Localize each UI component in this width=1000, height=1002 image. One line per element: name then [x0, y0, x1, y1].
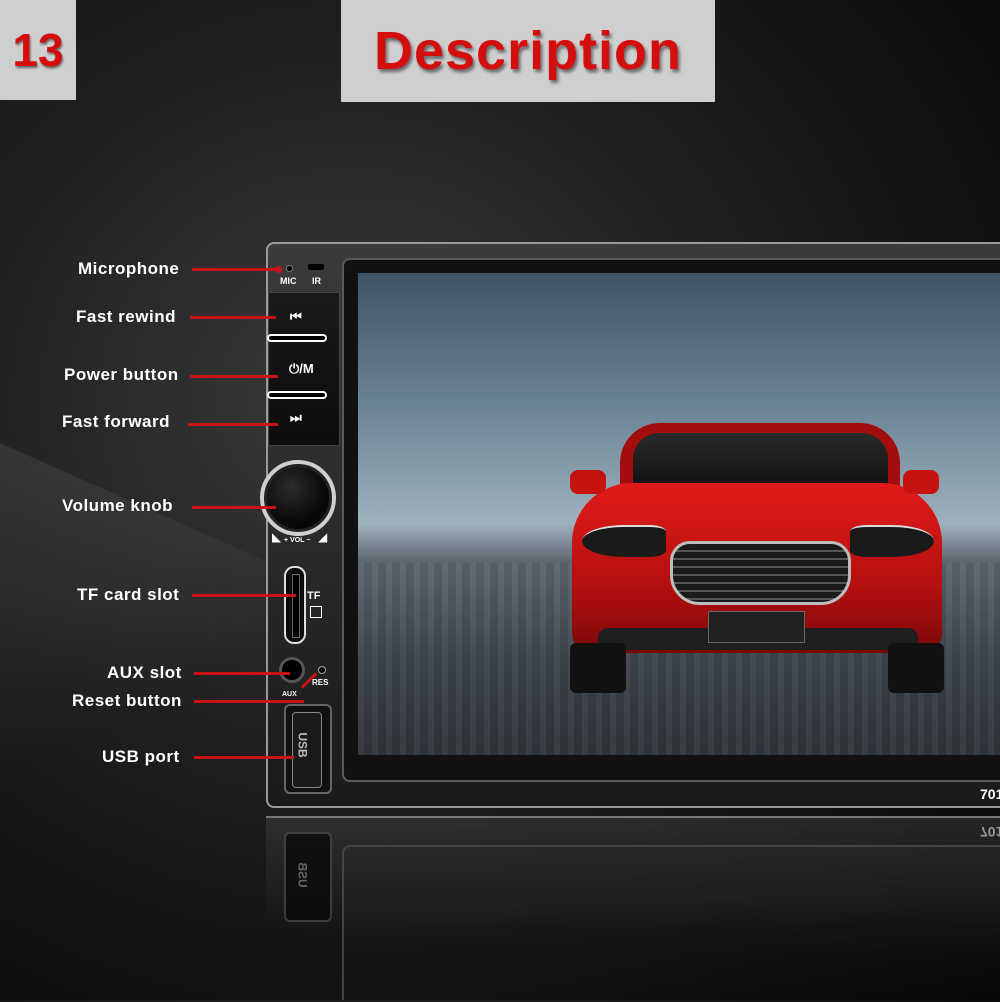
usb-marking-reflection: USB — [295, 862, 310, 888]
label-power-button: Power button — [64, 365, 179, 384]
label-usb-port: USB port — [102, 747, 180, 766]
screen-reflection — [342, 845, 1000, 1000]
leader-line-volume-knob — [192, 506, 276, 509]
page-number: 13 — [12, 24, 64, 76]
label-fast-forward: Fast forward — [62, 412, 171, 431]
microphone-hole — [286, 265, 293, 272]
car-headlight-left — [582, 525, 666, 557]
button-divider — [267, 334, 327, 342]
usb-marking: USB — [295, 732, 310, 758]
label-reset-button: Reset button — [72, 691, 182, 710]
leader-line-tf-card-slot — [192, 594, 296, 597]
leader-line-aux-slot — [194, 672, 290, 675]
aux-marking: AUX — [282, 691, 297, 698]
arrow-right-icon: ◢ — [318, 530, 328, 544]
forward-icon: ⏭ — [290, 410, 302, 425]
car-mirror-left — [570, 470, 606, 494]
arrow-left-icon: ◣ — [272, 530, 282, 544]
car-headlight-right — [850, 525, 934, 557]
leader-line-fast-forward — [188, 423, 278, 426]
power-icon: ⏻/M — [289, 361, 314, 376]
tf-card-opening — [292, 574, 300, 638]
res-marking: RES — [312, 678, 329, 687]
label-volume-knob: Volume knob — [62, 496, 173, 515]
touch-screen — [358, 273, 1000, 755]
power-button[interactable]: ⏻/M — [289, 361, 314, 377]
leader-line-power-button — [190, 375, 278, 378]
rewind-icon: ⏮ — [290, 309, 302, 324]
ir-sensor — [308, 264, 324, 270]
title-banner: Description — [341, 0, 715, 102]
car-mirror-right — [903, 470, 939, 494]
button-divider — [267, 391, 327, 399]
leader-line-usb-port — [194, 756, 294, 759]
reset-hole[interactable] — [318, 666, 326, 674]
aux-jack[interactable] — [279, 657, 305, 683]
page-title: Description — [373, 21, 683, 81]
label-fast-rewind: Fast rewind — [76, 307, 176, 326]
leader-line-microphone — [192, 268, 278, 271]
car-wheel-left — [570, 643, 626, 693]
leader-line-fast-rewind — [190, 316, 276, 319]
leader-line-reset-button — [194, 700, 304, 703]
page-number-badge: 13 — [0, 0, 76, 100]
model-reflection: 701 — [980, 824, 1000, 840]
label-microphone: Microphone — [78, 259, 180, 278]
label-aux-slot: AUX slot — [107, 663, 182, 682]
vol-marking: + VOL − — [284, 537, 311, 544]
car-wheel-right — [888, 643, 944, 693]
mic-marking: MIC — [280, 276, 297, 286]
label-tf-card-slot: TF card slot — [77, 585, 180, 604]
forward-button[interactable]: ⏭ — [290, 410, 302, 426]
ir-marking: IR — [312, 276, 321, 286]
sd-card-icon — [310, 606, 322, 618]
volume-knob[interactable] — [260, 460, 336, 536]
model-number: 701 — [980, 786, 1000, 802]
rewind-button[interactable]: ⏮ — [290, 309, 302, 325]
car-grille — [670, 541, 851, 605]
leader-dot-microphone — [275, 266, 282, 273]
car-license-plate — [708, 611, 805, 643]
tf-marking: TF — [307, 590, 321, 602]
